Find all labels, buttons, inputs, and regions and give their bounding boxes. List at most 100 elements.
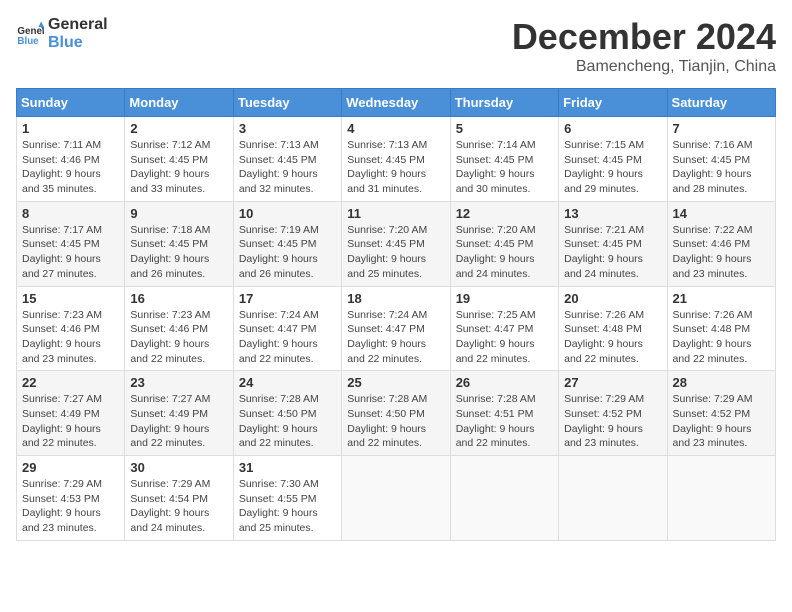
calendar-day-11: 11 Sunrise: 7:20 AM Sunset: 4:45 PM Dayli…: [342, 201, 450, 286]
day-detail: Sunrise: 7:23 AM Sunset: 4:46 PM Dayligh…: [130, 308, 227, 367]
day-number: 30: [130, 460, 227, 475]
empty-cell: [342, 456, 450, 541]
day-number: 20: [564, 291, 661, 306]
calendar-day-14: 14 Sunrise: 7:22 AM Sunset: 4:46 PM Dayli…: [667, 201, 775, 286]
day-detail: Sunrise: 7:29 AM Sunset: 4:54 PM Dayligh…: [130, 477, 227, 536]
calendar-day-15: 15 Sunrise: 7:23 AM Sunset: 4:46 PM Dayli…: [17, 286, 125, 371]
calendar-week-5: 29 Sunrise: 7:29 AM Sunset: 4:53 PM Dayli…: [17, 456, 776, 541]
day-detail: Sunrise: 7:28 AM Sunset: 4:50 PM Dayligh…: [347, 392, 444, 451]
calendar-day-24: 24Sunrise: 7:28 AM Sunset: 4:50 PM Dayli…: [233, 371, 341, 456]
day-detail: Sunrise: 7:26 AM Sunset: 4:48 PM Dayligh…: [564, 308, 661, 367]
weekday-header-friday: Friday: [559, 89, 667, 117]
day-detail: Sunrise: 7:16 AM Sunset: 4:45 PM Dayligh…: [673, 138, 770, 197]
calendar-day-23: 23Sunrise: 7:27 AM Sunset: 4:49 PM Dayli…: [125, 371, 233, 456]
calendar-day-1: 1 Sunrise: 7:11 AM Sunset: 4:46 PM Daylig…: [17, 117, 125, 202]
day-detail: Sunrise: 7:26 AM Sunset: 4:48 PM Dayligh…: [673, 308, 770, 367]
calendar-day-16: 16 Sunrise: 7:23 AM Sunset: 4:46 PM Dayli…: [125, 286, 233, 371]
calendar-day-27: 27 Sunrise: 7:29 AM Sunset: 4:52 PM Dayli…: [559, 371, 667, 456]
day-detail: Sunrise: 7:18 AM Sunset: 4:45 PM Dayligh…: [130, 223, 227, 282]
day-number: 26: [456, 375, 553, 390]
calendar-day-19: 19 Sunrise: 7:25 AM Sunset: 4:47 PM Dayli…: [450, 286, 558, 371]
logo-line2: Blue: [48, 34, 108, 52]
day-detail: Sunrise: 7:12 AM Sunset: 4:45 PM Dayligh…: [130, 138, 227, 197]
day-number: 18: [347, 291, 444, 306]
day-number: 1: [22, 121, 119, 136]
day-number: 12: [456, 206, 553, 221]
day-number: 29: [22, 460, 119, 475]
calendar-day-4: 4Sunrise: 7:13 AM Sunset: 4:45 PM Daylig…: [342, 117, 450, 202]
calendar-day-29: 29 Sunrise: 7:29 AM Sunset: 4:53 PM Dayli…: [17, 456, 125, 541]
calendar-day-12: 12Sunrise: 7:20 AM Sunset: 4:45 PM Dayli…: [450, 201, 558, 286]
day-number: 3: [239, 121, 336, 136]
logo: General Blue General Blue: [16, 16, 108, 51]
day-detail: Sunrise: 7:29 AM Sunset: 4:52 PM Dayligh…: [673, 392, 770, 451]
day-detail: Sunrise: 7:21 AM Sunset: 4:45 PM Dayligh…: [564, 223, 661, 282]
day-detail: Sunrise: 7:17 AM Sunset: 4:45 PM Dayligh…: [22, 223, 119, 282]
calendar-day-17: 17 Sunrise: 7:24 AM Sunset: 4:47 PM Dayli…: [233, 286, 341, 371]
calendar-day-13: 13Sunrise: 7:21 AM Sunset: 4:45 PM Dayli…: [559, 201, 667, 286]
day-detail: Sunrise: 7:14 AM Sunset: 4:45 PM Dayligh…: [456, 138, 553, 197]
calendar-day-3: 3Sunrise: 7:13 AM Sunset: 4:45 PM Daylig…: [233, 117, 341, 202]
empty-cell: [559, 456, 667, 541]
calendar-day-10: 10 Sunrise: 7:19 AM Sunset: 4:45 PM Dayli…: [233, 201, 341, 286]
day-number: 31: [239, 460, 336, 475]
weekday-header-tuesday: Tuesday: [233, 89, 341, 117]
day-detail: Sunrise: 7:25 AM Sunset: 4:47 PM Dayligh…: [456, 308, 553, 367]
day-number: 25: [347, 375, 444, 390]
day-number: 6: [564, 121, 661, 136]
calendar-day-9: 9 Sunrise: 7:18 AM Sunset: 4:45 PM Daylig…: [125, 201, 233, 286]
calendar-day-30: 30 Sunrise: 7:29 AM Sunset: 4:54 PM Dayli…: [125, 456, 233, 541]
day-detail: Sunrise: 7:15 AM Sunset: 4:45 PM Dayligh…: [564, 138, 661, 197]
day-number: 8: [22, 206, 119, 221]
empty-cell: [450, 456, 558, 541]
day-detail: Sunrise: 7:28 AM Sunset: 4:50 PM Dayligh…: [239, 392, 336, 451]
calendar-day-7: 7 Sunrise: 7:16 AM Sunset: 4:45 PM Daylig…: [667, 117, 775, 202]
day-number: 11: [347, 206, 444, 221]
day-detail: Sunrise: 7:29 AM Sunset: 4:52 PM Dayligh…: [564, 392, 661, 451]
day-number: 27: [564, 375, 661, 390]
day-detail: Sunrise: 7:19 AM Sunset: 4:45 PM Dayligh…: [239, 223, 336, 282]
page-subtitle: Bamencheng, Tianjin, China: [512, 58, 776, 76]
day-detail: Sunrise: 7:30 AM Sunset: 4:55 PM Dayligh…: [239, 477, 336, 536]
day-number: 10: [239, 206, 336, 221]
calendar-week-1: 1 Sunrise: 7:11 AM Sunset: 4:46 PM Daylig…: [17, 117, 776, 202]
calendar-day-2: 2Sunrise: 7:12 AM Sunset: 4:45 PM Daylig…: [125, 117, 233, 202]
day-detail: Sunrise: 7:20 AM Sunset: 4:45 PM Dayligh…: [347, 223, 444, 282]
svg-text:Blue: Blue: [17, 35, 39, 46]
logo-line1: General: [48, 16, 108, 34]
day-detail: Sunrise: 7:11 AM Sunset: 4:46 PM Dayligh…: [22, 138, 119, 197]
calendar-day-25: 25 Sunrise: 7:28 AM Sunset: 4:50 PM Dayli…: [342, 371, 450, 456]
weekday-header-thursday: Thursday: [450, 89, 558, 117]
day-number: 19: [456, 291, 553, 306]
day-number: 28: [673, 375, 770, 390]
day-detail: Sunrise: 7:28 AM Sunset: 4:51 PM Dayligh…: [456, 392, 553, 451]
calendar-day-21: 21Sunrise: 7:26 AM Sunset: 4:48 PM Dayli…: [667, 286, 775, 371]
calendar-week-2: 8 Sunrise: 7:17 AM Sunset: 4:45 PM Daylig…: [17, 201, 776, 286]
day-number: 7: [673, 121, 770, 136]
calendar-week-3: 15 Sunrise: 7:23 AM Sunset: 4:46 PM Dayli…: [17, 286, 776, 371]
calendar-week-4: 22 Sunrise: 7:27 AM Sunset: 4:49 PM Dayli…: [17, 371, 776, 456]
day-detail: Sunrise: 7:23 AM Sunset: 4:46 PM Dayligh…: [22, 308, 119, 367]
calendar-day-8: 8 Sunrise: 7:17 AM Sunset: 4:45 PM Daylig…: [17, 201, 125, 286]
day-detail: Sunrise: 7:27 AM Sunset: 4:49 PM Dayligh…: [22, 392, 119, 451]
calendar-day-31: 31 Sunrise: 7:30 AM Sunset: 4:55 PM Dayli…: [233, 456, 341, 541]
day-number: 15: [22, 291, 119, 306]
day-detail: Sunrise: 7:22 AM Sunset: 4:46 PM Dayligh…: [673, 223, 770, 282]
calendar-day-28: 28 Sunrise: 7:29 AM Sunset: 4:52 PM Dayli…: [667, 371, 775, 456]
calendar-day-5: 5Sunrise: 7:14 AM Sunset: 4:45 PM Daylig…: [450, 117, 558, 202]
day-detail: Sunrise: 7:24 AM Sunset: 4:47 PM Dayligh…: [347, 308, 444, 367]
empty-cell: [667, 456, 775, 541]
day-number: 9: [130, 206, 227, 221]
weekday-header-saturday: Saturday: [667, 89, 775, 117]
title-area: December 2024 Bamencheng, Tianjin, China: [512, 16, 776, 76]
day-number: 4: [347, 121, 444, 136]
day-detail: Sunrise: 7:29 AM Sunset: 4:53 PM Dayligh…: [22, 477, 119, 536]
calendar-day-18: 18 Sunrise: 7:24 AM Sunset: 4:47 PM Dayli…: [342, 286, 450, 371]
header: General Blue General Blue December 2024 …: [16, 16, 776, 76]
day-number: 17: [239, 291, 336, 306]
day-number: 16: [130, 291, 227, 306]
day-number: 23: [130, 375, 227, 390]
day-number: 22: [22, 375, 119, 390]
day-detail: Sunrise: 7:24 AM Sunset: 4:47 PM Dayligh…: [239, 308, 336, 367]
day-number: 14: [673, 206, 770, 221]
